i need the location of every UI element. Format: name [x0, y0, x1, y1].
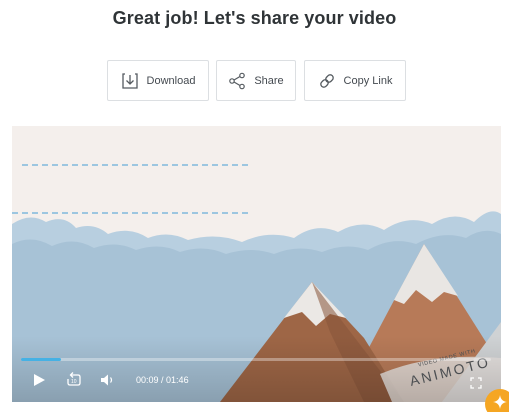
- share-icon: [228, 72, 246, 90]
- rewind-10-icon[interactable]: 10: [66, 371, 82, 393]
- download-label: Download: [146, 74, 196, 87]
- time-display: 00:09 / 01:46: [136, 375, 189, 385]
- svg-text:10: 10: [71, 379, 77, 385]
- progress-bar[interactable]: [21, 358, 491, 361]
- volume-icon[interactable]: [100, 373, 116, 392]
- download-icon: [121, 72, 139, 90]
- copy-link-label: Copy Link: [343, 74, 393, 87]
- copy-link-button[interactable]: Copy Link: [304, 60, 406, 101]
- share-actions: Download Share Copy Link: [0, 60, 509, 101]
- duration: 01:46: [166, 375, 189, 385]
- video-player[interactable]: VIDEO MADE WITH ANIMOTO 10 00:09 / 01:46: [12, 126, 501, 402]
- page-title: Great job! Let's share your video: [112, 8, 397, 28]
- help-button[interactable]: [485, 389, 509, 412]
- fullscreen-icon[interactable]: [470, 376, 482, 394]
- progress-fill: [21, 358, 61, 361]
- player-controls: 10 00:09 / 01:46: [12, 370, 501, 394]
- download-button[interactable]: Download: [107, 60, 209, 101]
- link-icon: [318, 72, 336, 90]
- play-icon[interactable]: [32, 373, 46, 392]
- current-time: 00:09: [136, 375, 159, 385]
- sparkle-icon: [493, 394, 507, 412]
- time-separator: /: [158, 375, 167, 385]
- share-label: Share: [254, 74, 284, 87]
- share-button[interactable]: Share: [216, 60, 296, 101]
